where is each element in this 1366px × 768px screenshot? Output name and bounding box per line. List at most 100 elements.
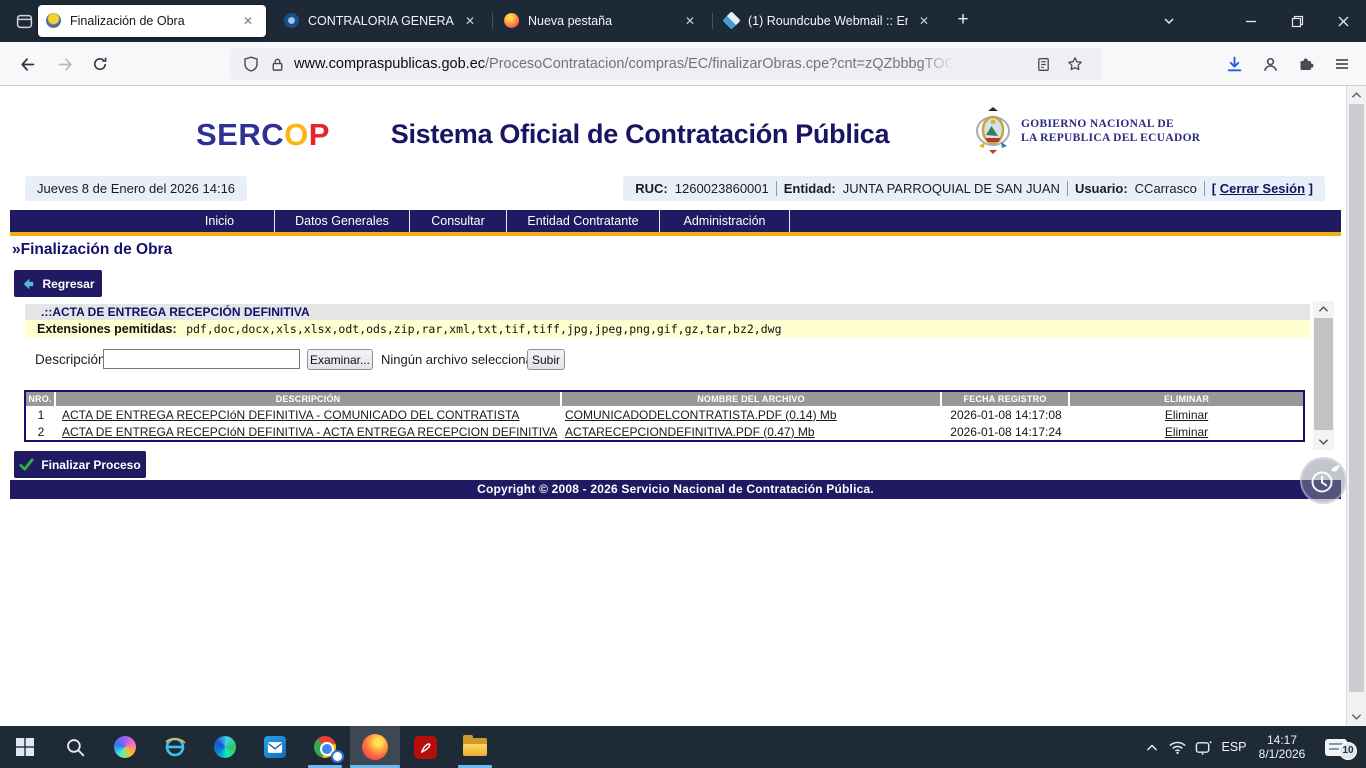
file-name-link[interactable]: COMUNICADODELCONTRATISTA.PDF (0.14) Mb — [565, 408, 837, 422]
menu-hamburger-icon[interactable] — [1328, 50, 1356, 78]
outlook-icon[interactable] — [250, 726, 300, 768]
nav-item-administracion[interactable]: Administración — [660, 210, 790, 232]
new-tab-button[interactable]: + — [950, 8, 976, 34]
delete-file-link[interactable]: Eliminar — [1165, 425, 1208, 439]
scrollbar-thumb[interactable] — [1314, 318, 1333, 430]
extensions-label: Extensiones pemitidas: — [37, 322, 177, 336]
browse-file-button[interactable]: Examinar... — [307, 349, 373, 370]
tab-title: CONTRALORIA GENERAL DEL E — [308, 14, 454, 28]
window-close-button[interactable] — [1320, 0, 1366, 42]
bookmark-star-icon[interactable] — [1062, 51, 1088, 77]
url-bar[interactable]: www.compraspublicas.gob.ec/ProcesoContra… — [230, 48, 1102, 80]
document-description-link[interactable]: ACTA DE ENTREGA RECEPCIóN DEFINITIVA - A… — [62, 425, 557, 439]
screen: Finalización de Obra ✕ CONTRALORIA GENER… — [0, 0, 1366, 768]
window-restore-button[interactable] — [1274, 0, 1320, 42]
logout-wrapper: [ Cerrar Sesión ] — [1212, 176, 1313, 201]
search-icon[interactable] — [50, 726, 100, 768]
tray-expand-chevron-icon[interactable] — [1140, 726, 1164, 768]
tab-close-icon[interactable]: ✕ — [238, 11, 258, 31]
tab-close-icon[interactable]: ✕ — [914, 11, 934, 31]
finish-process-button[interactable]: Finalizar Proceso — [14, 451, 146, 478]
internet-explorer-icon[interactable] — [150, 726, 200, 768]
tab-title: Finalización de Obra — [70, 14, 232, 28]
session-banner: RUC: 1260023860001 Entidad: JUNTA PARROQ… — [623, 176, 1325, 201]
extensions-icon[interactable] — [1292, 50, 1320, 78]
document-description-link[interactable]: ACTA DE ENTREGA RECEPCIóN DEFINITIVA - C… — [62, 408, 519, 422]
tab-roundcube-webmail[interactable]: (1) Roundcube Webmail :: Entra ✕ — [716, 5, 942, 37]
ruc-value: 1260023860001 — [675, 176, 769, 201]
screen-time-overlay-widget[interactable] — [1300, 457, 1346, 504]
tray-device-icon[interactable] — [1190, 726, 1216, 768]
col-header-eliminar: ELIMINAR — [1070, 392, 1303, 406]
windows-taskbar: ESP 14:17 8/1/2026 10 — [0, 726, 1366, 768]
description-input[interactable] — [103, 349, 300, 369]
language-indicator[interactable]: ESP — [1216, 726, 1252, 768]
scroll-up-icon[interactable] — [1347, 87, 1366, 103]
url-path: /ProcesoContratacion/compras/EC/finaliza… — [485, 56, 954, 72]
government-logo: GOBIERNO NACIONAL DE LA REPUBLICA DEL EC… — [973, 106, 1200, 156]
clock[interactable]: 14:17 8/1/2026 — [1250, 726, 1314, 768]
downloads-icon[interactable] — [1220, 50, 1248, 78]
tray-time: 14:17 — [1267, 733, 1297, 747]
nav-item-consultar[interactable]: Consultar — [410, 210, 507, 232]
section-title-acta: .::ACTA DE ENTREGA RECEPCIÓN DEFINITIVA — [25, 304, 1310, 320]
delete-file-link[interactable]: Eliminar — [1165, 408, 1208, 422]
green-check-icon — [19, 457, 34, 472]
page-viewport: SERCOP Sistema Oficial de Contratación P… — [0, 86, 1346, 726]
upload-button[interactable]: Subir — [527, 349, 565, 370]
forward-icon[interactable] — [52, 50, 80, 78]
firefox-view-icon[interactable] — [10, 8, 38, 34]
account-icon[interactable] — [1256, 50, 1284, 78]
back-icon[interactable] — [12, 50, 40, 78]
nav-item-entidad-contratante[interactable]: Entidad Contratante — [507, 210, 660, 232]
reader-view-icon[interactable] — [1030, 51, 1056, 77]
sercop-logo-text: SERC — [196, 117, 284, 152]
tab-separator — [712, 13, 713, 29]
col-header-archivo: NOMBRE DEL ARCHIVO — [562, 392, 942, 406]
notification-center-icon[interactable]: 10 — [1318, 726, 1354, 768]
user-value: CCarrasco — [1135, 176, 1197, 201]
firefox-icon[interactable] — [350, 726, 400, 768]
nav-item-inicio[interactable]: Inicio — [165, 210, 275, 232]
scrollbar-thumb[interactable] — [1349, 104, 1364, 692]
tab-close-icon[interactable]: ✕ — [680, 11, 700, 31]
browser-tab-bar: Finalización de Obra ✕ CONTRALORIA GENER… — [0, 0, 1366, 42]
url-text: www.compraspublicas.gob.ec/ProcesoContra… — [294, 56, 954, 72]
back-to-previous-button[interactable]: Regresar — [14, 270, 102, 297]
sercop-logo-p: P — [309, 117, 330, 152]
roundcube-favicon — [724, 13, 740, 29]
start-button[interactable] — [0, 726, 50, 768]
acrobat-reader-icon[interactable] — [400, 726, 450, 768]
tab-separator — [492, 13, 493, 29]
copilot-icon[interactable] — [100, 726, 150, 768]
ecuador-coat-of-arms-favicon — [46, 13, 62, 29]
window-minimize-button[interactable] — [1228, 0, 1274, 42]
lock-icon[interactable] — [264, 51, 290, 77]
file-explorer-icon[interactable] — [450, 726, 500, 768]
registration-date: 2026-01-08 14:17:08 — [942, 408, 1070, 422]
tab-finalizacion-de-obra[interactable]: Finalización de Obra ✕ — [38, 5, 266, 37]
ruc-label: RUC: — [635, 176, 668, 201]
tab-close-icon[interactable]: ✕ — [460, 11, 480, 31]
section-scrollbar[interactable] — [1313, 301, 1334, 450]
entity-value: JUNTA PARROQUIAL DE SAN JUAN — [843, 176, 1060, 201]
list-all-tabs-icon[interactable] — [1146, 0, 1192, 42]
scroll-down-icon[interactable] — [1313, 434, 1334, 450]
main-navigation: Inicio Datos Generales Consultar Entidad… — [10, 210, 1341, 232]
logout-link[interactable]: Cerrar Sesión — [1220, 181, 1305, 196]
shield-icon[interactable] — [238, 51, 264, 77]
scroll-down-icon[interactable] — [1347, 709, 1366, 725]
chrome-icon[interactable] — [300, 726, 350, 768]
tab-nueva-pestana[interactable]: Nueva pestaña ✕ — [496, 5, 708, 37]
file-name-link[interactable]: ACTARECEPCIONDEFINITIVA.PDF (0.47) Mb — [565, 425, 815, 439]
tab-contraloria[interactable]: CONTRALORIA GENERAL DEL E ✕ — [276, 5, 488, 37]
scroll-up-icon[interactable] — [1313, 301, 1334, 317]
reload-icon[interactable] — [86, 50, 114, 78]
user-label: Usuario: — [1075, 176, 1128, 201]
wifi-icon[interactable] — [1164, 726, 1190, 768]
row-number: 1 — [26, 408, 56, 422]
nav-item-datos-generales[interactable]: Datos Generales — [275, 210, 410, 232]
edge-icon[interactable] — [200, 726, 250, 768]
contraloria-favicon — [284, 13, 300, 29]
window-scrollbar[interactable] — [1346, 86, 1366, 726]
